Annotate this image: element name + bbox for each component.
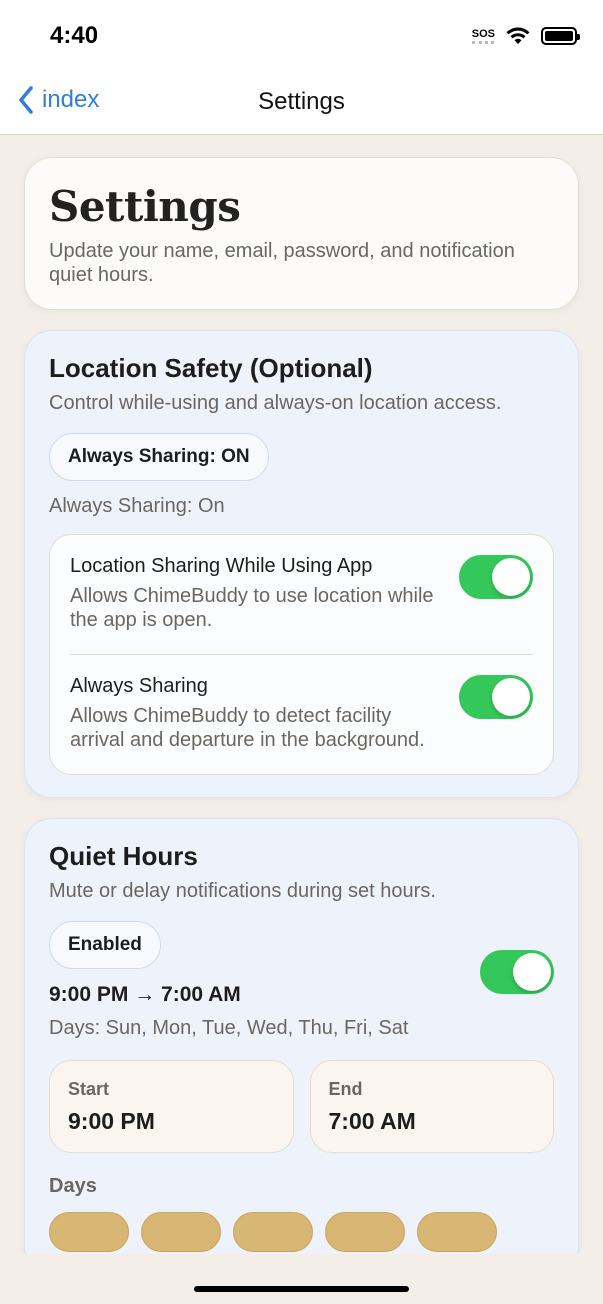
status-icons: SOS <box>471 26 580 46</box>
header-card: Settings Update your name, email, passwo… <box>24 157 579 310</box>
day-chip[interactable] <box>141 1212 221 1252</box>
time-selectors: Start 9:00 PM End 7:00 AM <box>49 1060 554 1153</box>
days-title: Days <box>49 1175 97 1197</box>
quiet-hours-summary-row: Enabled 9:00 PM → 7:00 AM Days: Sun, Mon… <box>49 903 554 1040</box>
quiet-hours-toggle[interactable] <box>480 949 554 994</box>
status-time: 4:40 <box>50 22 99 49</box>
quiet-hours-subtitle: Mute or delay notifications during set h… <box>49 880 436 902</box>
day-chips <box>49 1212 554 1252</box>
always-sharing-description: Allows ChimeBuddy to detect facility arr… <box>70 705 425 751</box>
page-title: Settings <box>49 182 241 231</box>
while-using-description: Allows ChimeBuddy to use location while … <box>70 585 434 631</box>
end-time-selector[interactable]: End 7:00 AM <box>309 1060 554 1153</box>
start-label: Start <box>68 1079 110 1099</box>
wifi-icon <box>506 27 530 44</box>
signal-dots-icon <box>471 40 494 44</box>
always-sharing-label: Always Sharing <box>70 675 208 697</box>
location-subtitle: Control while-using and always-on locati… <box>49 392 502 414</box>
quiet-hours-card: Quiet Hours Mute or delay notifications … <box>24 818 579 1275</box>
day-chip[interactable] <box>325 1212 405 1252</box>
toggle-row-always-sharing: Always Sharing Allows ChimeBuddy to dete… <box>70 654 533 774</box>
nav-title: Settings <box>258 88 345 115</box>
location-title: Location Safety (Optional) <box>49 353 373 383</box>
always-sharing-toggle[interactable] <box>459 675 533 719</box>
home-indicator-area <box>0 1254 603 1304</box>
always-sharing-badge: Always Sharing: ON <box>49 433 269 481</box>
status-bar: 4:40 SOS <box>0 0 603 70</box>
location-toggles-group: Location Sharing While Using App Allows … <box>49 534 554 775</box>
quiet-hours-enabled-badge: Enabled <box>49 921 161 969</box>
quiet-hours-days-summary: Days: Sun, Mon, Tue, Wed, Thu, Fri, Sat <box>49 1017 409 1039</box>
sos-indicator: SOS <box>471 27 495 44</box>
start-value: 9:00 PM <box>68 1108 155 1134</box>
day-chip[interactable] <box>49 1212 129 1252</box>
location-safety-card: Location Safety (Optional) Control while… <box>24 330 579 798</box>
quiet-hours-range: 9:00 PM → 7:00 AM <box>49 983 241 1006</box>
start-time-selector[interactable]: Start 9:00 PM <box>49 1060 294 1153</box>
sos-label: SOS <box>471 27 495 40</box>
end-value: 7:00 AM <box>328 1108 416 1134</box>
navigation-bar: index Settings <box>0 70 603 135</box>
page-subtitle: Update your name, email, password, and n… <box>49 240 515 286</box>
while-using-toggle[interactable] <box>459 555 533 599</box>
toggle-row-while-using: Location Sharing While Using App Allows … <box>70 535 533 654</box>
end-label: End <box>328 1079 363 1099</box>
always-sharing-status: Always Sharing: On <box>49 495 225 517</box>
while-using-label: Location Sharing While Using App <box>70 555 373 577</box>
battery-icon <box>541 27 580 45</box>
home-indicator[interactable] <box>194 1286 409 1292</box>
day-chip[interactable] <box>417 1212 497 1252</box>
quiet-hours-title: Quiet Hours <box>49 841 198 871</box>
day-chip[interactable] <box>233 1212 313 1252</box>
settings-content[interactable]: Settings Update your name, email, passwo… <box>24 157 579 1295</box>
